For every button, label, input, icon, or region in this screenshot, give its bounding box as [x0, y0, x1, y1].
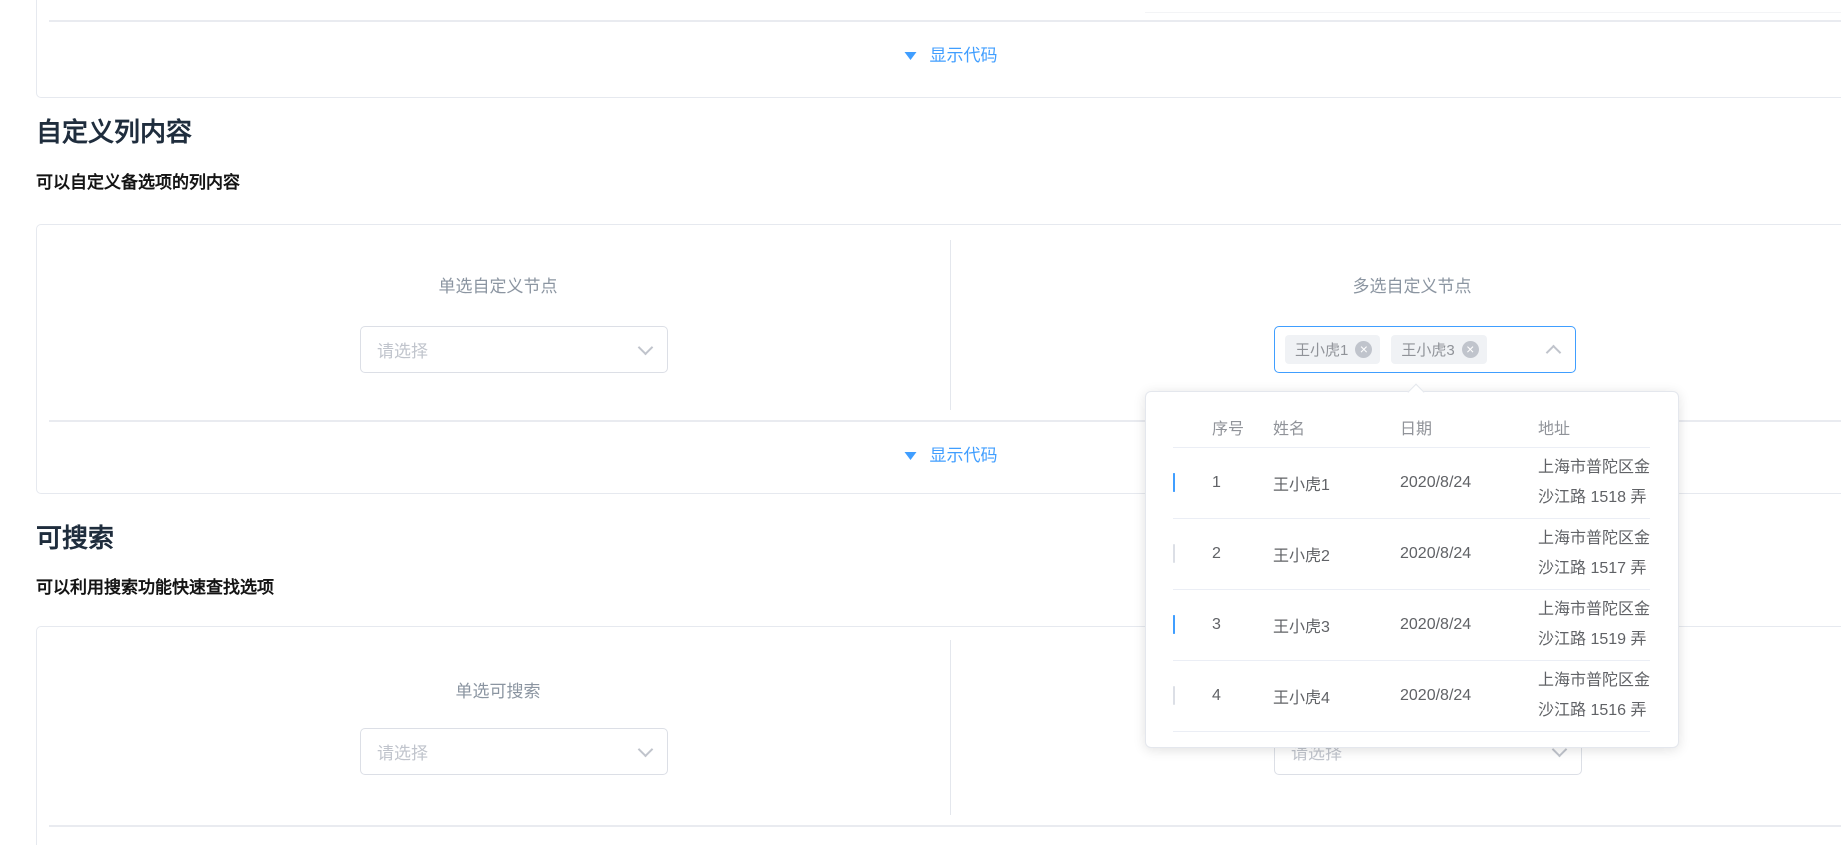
dropdown-option-row[interactable]: 3 王小虎3 2020/8/24 上海市普陀区金沙江路 1519 弄 [1173, 590, 1650, 661]
select-single-custom[interactable]: 请选择 [360, 326, 668, 373]
demo-control-divider-3 [49, 825, 1841, 827]
chevron-down-icon [637, 741, 654, 757]
column-header-name: 姓名 [1273, 420, 1306, 438]
demo-control-divider-1 [49, 20, 1841, 22]
cell-index: 3 [1212, 616, 1221, 633]
cell-index: 4 [1212, 687, 1221, 704]
show-code-label: 显示代码 [929, 46, 998, 65]
demo-column-divider-1 [950, 240, 951, 410]
tag-label: 王小虎1 [1295, 342, 1349, 359]
show-code-toggle-2[interactable]: 显示代码 [904, 444, 998, 468]
cell-address: 上海市普陀区金沙江路 1519 弄 [1538, 601, 1651, 648]
dropdown-option-row[interactable]: 2 王小虎2 2020/8/24 上海市普陀区金沙江路 1517 弄 [1173, 519, 1650, 590]
cell-date: 2020/8/24 [1400, 474, 1472, 491]
cell-index: 2 [1212, 545, 1221, 562]
selected-tag: 王小虎1 [1285, 335, 1381, 364]
chevron-down-icon [637, 339, 654, 355]
previous-demo-content-edge [1145, 12, 1841, 13]
chevron-up-icon [1545, 344, 1562, 361]
selected-tag: 王小虎3 [1391, 335, 1487, 364]
row-checkbox-cell [1173, 544, 1212, 563]
demo-column-divider-2 [950, 640, 951, 815]
select-single-search[interactable]: 请选择 [360, 728, 668, 775]
column-header-date: 日期 [1400, 420, 1433, 438]
tag-label: 王小虎3 [1401, 342, 1455, 359]
cell-index: 1 [1212, 474, 1221, 491]
section-title-searchable: 可搜索 [36, 523, 115, 553]
column-header-index: 序号 [1212, 420, 1245, 438]
caret-down-icon [904, 52, 917, 60]
dropdown-table: 序号 姓名 日期 地址 1 王小虎1 2020/8/24 上海市普陀区金沙江路 … [1146, 392, 1678, 732]
row-checkbox-cell [1173, 473, 1212, 492]
dropdown-table-body: 1 王小虎1 2020/8/24 上海市普陀区金沙江路 1518 弄 2 王小虎… [1173, 448, 1650, 732]
column-header-address: 地址 [1538, 420, 1571, 438]
select-placeholder: 请选择 [377, 342, 428, 361]
cell-address: 上海市普陀区金沙江路 1518 弄 [1538, 459, 1651, 506]
docs-page: 显示代码 自定义列内容 可以自定义备选项的列内容 单选自定义节点 请选择 多选自… [0, 0, 1841, 845]
row-checkbox-cell [1173, 686, 1212, 705]
cell-name: 王小虎1 [1273, 477, 1330, 494]
cell-address: 上海市普陀区金沙江路 1517 弄 [1538, 530, 1651, 577]
demo-label-multi-custom: 多选自定义节点 [1352, 277, 1472, 296]
cell-date: 2020/8/24 [1400, 616, 1472, 633]
tag-close-icon[interactable] [1461, 341, 1479, 358]
cell-address: 上海市普陀区金沙江路 1516 弄 [1538, 672, 1651, 719]
row-checkbox[interactable] [1173, 615, 1175, 634]
cell-name: 王小虎4 [1273, 690, 1330, 707]
caret-down-icon [904, 452, 917, 460]
section-title-custom-columns: 自定义列内容 [36, 117, 193, 147]
demo-label-single-custom: 单选自定义节点 [438, 277, 558, 296]
show-code-toggle-1[interactable]: 显示代码 [904, 44, 998, 68]
demo-label-single-search: 单选可搜索 [455, 682, 541, 701]
section-description-searchable: 可以利用搜索功能快速查找选项 [36, 578, 274, 597]
cell-name: 王小虎2 [1273, 548, 1330, 565]
dropdown-option-row[interactable]: 4 王小虎4 2020/8/24 上海市普陀区金沙江路 1516 弄 [1173, 661, 1650, 732]
select-dropdown-panel: 序号 姓名 日期 地址 1 王小虎1 2020/8/24 上海市普陀区金沙江路 … [1145, 383, 1679, 748]
dropdown-table-header: 序号 姓名 日期 地址 [1173, 406, 1650, 448]
row-checkbox-cell [1173, 615, 1212, 634]
select-placeholder: 请选择 [377, 744, 428, 763]
row-checkbox[interactable] [1173, 544, 1175, 563]
row-checkbox[interactable] [1173, 473, 1175, 492]
row-checkbox[interactable] [1173, 686, 1175, 705]
show-code-label: 显示代码 [929, 446, 998, 465]
cell-name: 王小虎3 [1273, 619, 1330, 636]
select-multi-custom[interactable]: 王小虎1 王小虎3 [1274, 326, 1576, 373]
tag-close-icon[interactable] [1355, 341, 1373, 358]
cell-date: 2020/8/24 [1400, 687, 1472, 704]
dropdown-option-row[interactable]: 1 王小虎1 2020/8/24 上海市普陀区金沙江路 1518 弄 [1173, 448, 1650, 519]
section-description-custom-columns: 可以自定义备选项的列内容 [36, 173, 240, 192]
cell-date: 2020/8/24 [1400, 545, 1472, 562]
